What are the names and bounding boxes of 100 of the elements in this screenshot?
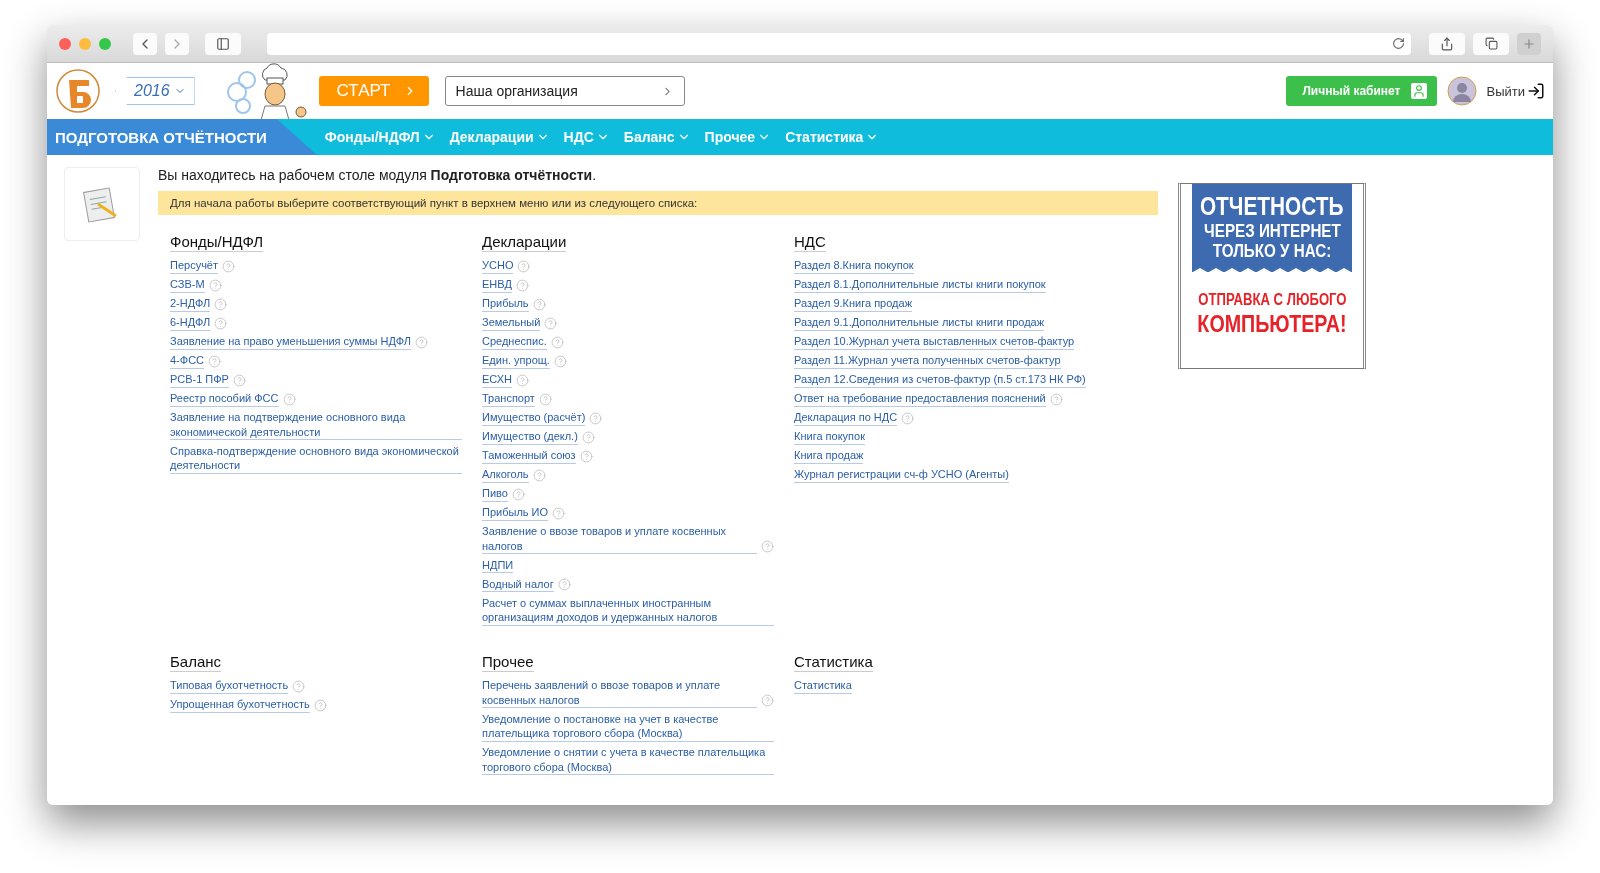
help-icon[interactable]	[1049, 392, 1063, 406]
tabs-icon	[1484, 37, 1498, 50]
share-button[interactable]	[1429, 32, 1465, 55]
sidebar-button[interactable]	[205, 32, 241, 55]
help-icon[interactable]	[589, 411, 603, 425]
report-link[interactable]: Расчет о суммах выплаченных иностранным организациям доходов и удержанных налогов	[482, 595, 774, 626]
report-link[interactable]: Персучёт	[170, 258, 219, 274]
report-link[interactable]: Реестр пособий ФСС	[170, 391, 279, 407]
module-title: ПОДГОТОВКА ОТЧЁТНОСТИ	[47, 119, 317, 155]
year-dropdown[interactable]: 2016	[115, 77, 195, 105]
report-link[interactable]: ЕСХН	[482, 372, 512, 388]
avatar[interactable]	[1446, 76, 1477, 106]
report-link[interactable]: УСНО	[482, 258, 514, 274]
report-link[interactable]: Раздел 11.Журнал учета полученных счетов-фактур	[794, 353, 1061, 369]
report-link[interactable]: Прибыль	[482, 296, 529, 312]
help-icon[interactable]	[517, 259, 531, 273]
report-link[interactable]: Справка-подтверждение основного вида экономической деятельности	[170, 443, 462, 474]
ad-tagline: КОМПЬЮТЕРА!	[1197, 309, 1347, 339]
report-link[interactable]: Транспорт	[482, 391, 535, 407]
help-icon[interactable]	[292, 679, 306, 693]
help-icon[interactable]	[550, 335, 564, 349]
close-window-button[interactable]	[59, 37, 71, 50]
help-icon[interactable]	[515, 373, 529, 387]
report-link[interactable]: НДПИ	[482, 557, 514, 573]
help-icon[interactable]	[579, 449, 593, 463]
report-link[interactable]: Имущество (расчёт)	[482, 410, 586, 426]
help-icon[interactable]	[544, 316, 558, 330]
help-icon[interactable]	[222, 259, 236, 273]
report-link[interactable]: 4-ФСС	[170, 353, 205, 369]
report-link[interactable]: Книга продаж	[794, 448, 864, 464]
report-link[interactable]: РСВ-1 ПФР	[170, 372, 229, 388]
back-button[interactable]	[133, 32, 157, 55]
forward-button[interactable]	[165, 32, 189, 55]
report-link[interactable]: Перечень заявлений о ввозе товаров и уплате косвенных налогов	[482, 678, 757, 708]
report-link[interactable]: Имущество (декл.)	[482, 429, 578, 445]
ad-banner[interactable]: ОТЧЕТНОСТЬ ЧЕРЕЗ ИНТЕРНЕТ ТОЛЬКО У НАС: ОТПРАВКА С ЛЮБОГО КОМПЬЮТЕРА!	[1178, 183, 1366, 369]
report-link[interactable]: Един. упрощ.	[482, 353, 550, 369]
help-icon[interactable]	[208, 354, 222, 368]
help-icon[interactable]	[232, 373, 246, 387]
report-link[interactable]: Ответ на требование предоставления пояснений	[794, 391, 1046, 407]
report-link[interactable]: Статистика	[794, 678, 852, 694]
zoom-window-button[interactable]	[99, 37, 111, 50]
plus-icon	[1522, 36, 1536, 51]
report-link[interactable]: Раздел 9.1.Дополнительные листы книги продаж	[794, 315, 1045, 331]
report-link[interactable]: Раздел 9.Книга продаж	[794, 296, 912, 312]
help-icon[interactable]	[515, 278, 529, 292]
report-link[interactable]: Заявление на право уменьшения суммы НДФЛ	[170, 334, 411, 350]
help-icon[interactable]	[532, 297, 546, 311]
share-icon	[1440, 36, 1454, 51]
report-link[interactable]: 2-НДФЛ	[170, 296, 211, 312]
help-icon[interactable]	[532, 468, 546, 482]
report-link[interactable]: ЕНВД	[482, 277, 512, 293]
help-icon[interactable]	[214, 297, 228, 311]
tabs-button[interactable]	[1473, 32, 1509, 55]
report-link[interactable]: Раздел 8.1.Дополнительные листы книги покупок	[794, 277, 1046, 293]
help-icon[interactable]	[214, 316, 228, 330]
new-tab-button[interactable]	[1517, 32, 1541, 55]
help-icon[interactable]	[313, 698, 327, 712]
report-link[interactable]: Раздел 8.Книга покупок	[794, 258, 914, 274]
minimize-window-button[interactable]	[79, 37, 91, 50]
help-icon[interactable]	[282, 392, 296, 406]
help-icon[interactable]	[557, 578, 571, 591]
help-icon[interactable]	[414, 335, 428, 349]
report-link[interactable]: СЗВ-М	[170, 277, 205, 293]
report-link[interactable]: Пиво	[482, 486, 508, 502]
help-icon[interactable]	[581, 430, 595, 444]
logout-button[interactable]: Выйти	[1486, 82, 1545, 100]
report-link[interactable]: Типовая бухотчетность	[170, 678, 289, 694]
help-icon[interactable]	[552, 506, 566, 520]
logo-icon[interactable]	[55, 68, 101, 114]
report-link[interactable]: Земельный	[482, 315, 541, 331]
report-link[interactable]: Прибыль ИО	[482, 505, 549, 521]
help-icon[interactable]	[538, 392, 552, 406]
report-link[interactable]: Уведомление о снятии с учета в качестве плательщика торгового сбора (Москва)	[482, 745, 774, 775]
report-link[interactable]: Раздел 12.Сведения из счетов-фактур (п.5 ст.173 НК РФ)	[794, 372, 1086, 388]
help-icon[interactable]	[553, 354, 567, 368]
reload-icon[interactable]	[1392, 37, 1405, 50]
help-icon[interactable]	[901, 411, 915, 425]
report-link[interactable]: Раздел 10.Журнал учета выставленных счетов-фактур	[794, 334, 1075, 350]
report-link[interactable]: Журнал регистрации сч-ф УСНО (Агенты)	[794, 467, 1009, 483]
help-icon[interactable]	[208, 278, 222, 292]
report-link[interactable]: Водный налог	[482, 576, 554, 592]
report-link[interactable]: Книга покупок	[794, 429, 865, 445]
report-link[interactable]: Таможенный союз	[482, 448, 576, 464]
help-icon[interactable]	[761, 540, 774, 553]
report-link[interactable]: Упрощенная бухотчетность	[170, 697, 310, 713]
report-link[interactable]: Среднеспис.	[482, 334, 547, 350]
report-link[interactable]: 6-НДФЛ	[170, 315, 211, 331]
help-icon[interactable]	[761, 694, 774, 707]
section-heading: Статистика	[794, 653, 873, 672]
report-link[interactable]: Заявление на подтверждение основного вида экономической деятельности	[170, 410, 462, 440]
help-icon[interactable]	[511, 487, 525, 501]
section-heading: Баланс	[170, 653, 222, 672]
report-link[interactable]: Уведомление о постановке на учет в качестве плательщика торгового сбора (Москва)	[482, 711, 774, 742]
report-link[interactable]: Алкоголь	[482, 467, 529, 483]
organization-selector[interactable]: Наша организация	[444, 76, 685, 106]
hint-banner: Для начала работы выберите соответствующий пункт в верхнем меню или из следующего списка:	[158, 191, 1158, 215]
report-link[interactable]: Декларация по НДС	[794, 410, 898, 426]
exit-icon	[1527, 82, 1545, 100]
report-link[interactable]: Заявление о ввозе товаров и уплате косвенных налогов	[482, 524, 757, 554]
